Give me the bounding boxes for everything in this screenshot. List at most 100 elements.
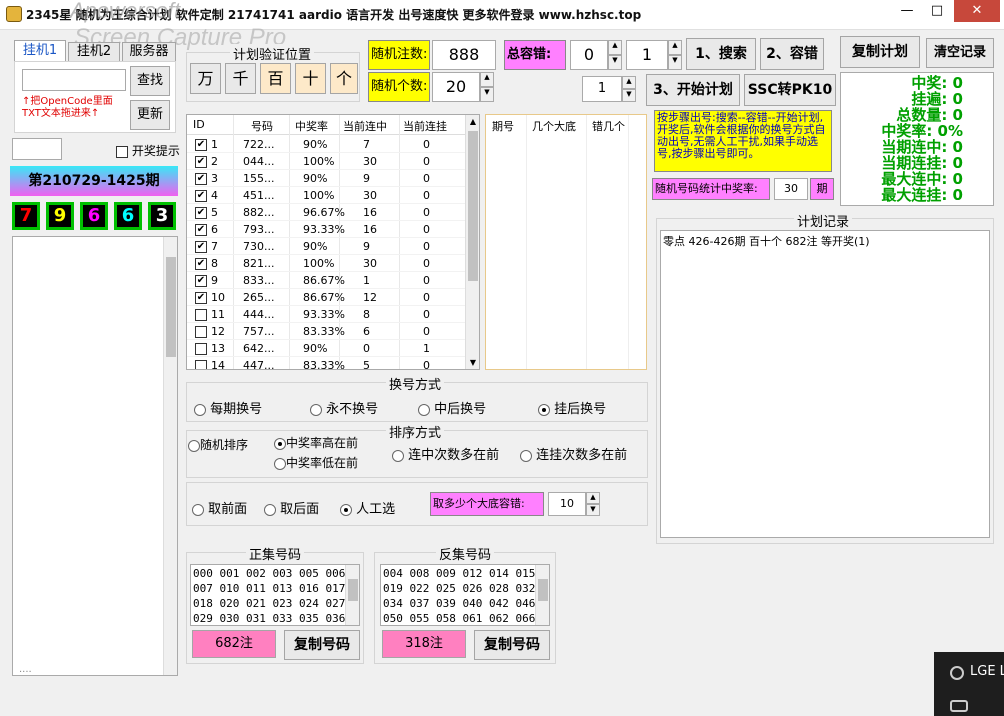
notify-check-box[interactable] — [116, 145, 128, 158]
plan-table[interactable]: ID 号码 中奖率 当前连中 当前连挂 ✔ 1 722... 90% 7 0 ✔ 2 044..… — [186, 114, 480, 370]
take-back[interactable]: 取后面 — [264, 498, 319, 517]
position-wan[interactable]: 万 — [190, 63, 221, 94]
tolerance-from-down[interactable]: ▼ — [608, 55, 622, 70]
take-manual[interactable]: 人工选 — [340, 498, 395, 517]
checkbox-icon[interactable]: ✔ — [195, 292, 207, 304]
sort-rate-low[interactable]: 中奖率低在前 — [274, 454, 358, 471]
position-bai[interactable]: 百 — [260, 63, 291, 94]
close-button[interactable]: ✕ — [954, 0, 1000, 22]
change-option-after-lose[interactable]: 挂后换号 — [538, 398, 606, 417]
checkbox-icon[interactable] — [195, 360, 207, 369]
row-checkbox[interactable]: ✔ — [195, 274, 207, 287]
checkbox-icon[interactable]: ✔ — [195, 139, 207, 151]
table-row[interactable]: 12 757... 83.33% 6 0 — [187, 323, 465, 340]
sort-lose-streak[interactable]: 连挂次数多在前 — [520, 444, 627, 463]
table-row[interactable]: ✔ 2 044... 100% 30 0 — [187, 153, 465, 170]
copy-negative-button[interactable]: 复制号码 — [474, 630, 550, 660]
scroll-thumb[interactable] — [538, 579, 548, 601]
table-row[interactable]: ✔ 7 730... 90% 9 0 — [187, 238, 465, 255]
change-option-after-win[interactable]: 中后换号 — [418, 398, 486, 417]
table-row[interactable]: 13 642... 90% 0 1 — [187, 340, 465, 357]
copy-positive-button[interactable]: 复制号码 — [284, 630, 360, 660]
search-input[interactable] — [22, 69, 126, 91]
row-checkbox[interactable]: ✔ — [195, 206, 207, 219]
table-row[interactable]: ✔ 5 882... 96.67% 16 0 — [187, 204, 465, 221]
scroll-thumb[interactable] — [166, 257, 176, 357]
checkbox-icon[interactable]: ✔ — [195, 241, 207, 253]
scroll-up-icon[interactable]: ▲ — [466, 117, 479, 126]
radio-icon[interactable] — [340, 503, 352, 516]
row-checkbox[interactable]: ✔ — [195, 155, 207, 168]
position-qian[interactable]: 千 — [225, 63, 256, 94]
plan-small-up[interactable]: ▲ — [622, 76, 636, 89]
table-row[interactable]: ✔ 9 833... 86.67% 1 0 — [187, 272, 465, 289]
checkbox-icon[interactable] — [195, 309, 207, 321]
start-plan-button[interactable]: 3、开始计划 — [646, 74, 740, 106]
sort-random[interactable]: 随机排序 — [188, 436, 248, 453]
radio-icon[interactable] — [520, 449, 532, 462]
row-checkbox[interactable]: ✔ — [195, 172, 207, 185]
radio-icon[interactable] — [274, 437, 286, 450]
radio-icon[interactable] — [392, 449, 404, 462]
table-row[interactable]: ✔ 3 155... 90% 9 0 — [187, 170, 465, 187]
position-shi[interactable]: 十 — [295, 63, 326, 94]
radio-icon[interactable] — [194, 403, 206, 416]
checkbox-icon[interactable]: ✔ — [195, 258, 207, 270]
table-row[interactable]: ✔ 6 793... 93.33% 16 0 — [187, 221, 465, 238]
checkbox-icon[interactable]: ✔ — [195, 275, 207, 287]
scroll-thumb[interactable] — [348, 579, 358, 601]
table-scrollbar[interactable]: ▲ ▼ — [465, 115, 479, 369]
plan-small-input[interactable]: 1 — [582, 76, 622, 102]
tolerance-button[interactable]: 2、容错 — [760, 38, 824, 70]
maximize-button[interactable]: □ — [922, 0, 952, 22]
history-list[interactable]: .... — [12, 236, 178, 676]
radio-icon[interactable] — [538, 403, 550, 416]
row-checkbox[interactable] — [195, 308, 207, 321]
radio-icon[interactable] — [310, 403, 322, 416]
ssc-pk10-button[interactable]: SSC转PK10 — [744, 74, 836, 106]
random-num-down[interactable]: ▼ — [480, 87, 494, 102]
row-checkbox[interactable] — [195, 342, 207, 355]
take-tolerance-input[interactable]: 10 — [548, 492, 586, 516]
scroll-down-icon[interactable]: ▼ — [466, 358, 479, 367]
rate-stat-input[interactable]: 30 — [774, 178, 808, 200]
table-row[interactable]: ✔ 4 451... 100% 30 0 — [187, 187, 465, 204]
checkbox-icon[interactable]: ✔ — [195, 207, 207, 219]
history-scrollbar[interactable] — [163, 237, 177, 675]
checkbox-icon[interactable]: ✔ — [195, 190, 207, 202]
tolerance-to-down[interactable]: ▼ — [668, 55, 682, 70]
change-option-never[interactable]: 永不换号 — [310, 398, 378, 417]
random-num-input[interactable]: 20 — [432, 72, 480, 102]
tolerance-to-up[interactable]: ▲ — [668, 40, 682, 55]
take-down[interactable]: ▼ — [586, 504, 600, 516]
row-checkbox[interactable]: ✔ — [195, 240, 207, 253]
table-row[interactable]: ✔ 8 821... 100% 30 0 — [187, 255, 465, 272]
positive-scrollbar[interactable] — [345, 565, 359, 625]
radio-icon[interactable] — [264, 503, 276, 516]
negative-numbers[interactable]: 004 008 009 012 014 015 019 022 025 026 … — [380, 564, 550, 626]
small-input[interactable] — [12, 138, 62, 160]
positive-numbers[interactable]: 000 001 002 003 005 006 007 010 011 013 … — [190, 564, 360, 626]
minimize-button[interactable]: — — [892, 0, 922, 22]
period-table[interactable]: 期号 几个大底 错几个 — [485, 114, 647, 370]
plan-small-down[interactable]: ▼ — [622, 89, 636, 102]
tolerance-from-up[interactable]: ▲ — [608, 40, 622, 55]
row-checkbox[interactable]: ✔ — [195, 257, 207, 270]
lottery-notify-checkbox[interactable]: 开奖提示 — [116, 142, 180, 159]
update-button[interactable]: 更新 — [130, 100, 170, 130]
tab-server[interactable]: 服务器 — [122, 42, 176, 62]
record-text[interactable]: 零点 426-426期 百十个 682注 等开奖(1) — [660, 230, 990, 538]
search-plan-button[interactable]: 1、搜索 — [686, 38, 756, 70]
take-front[interactable]: 取前面 — [192, 498, 247, 517]
radio-icon[interactable] — [188, 439, 200, 452]
row-checkbox[interactable]: ✔ — [195, 223, 207, 236]
table-row[interactable]: ✔ 10 265... 86.67% 12 0 — [187, 289, 465, 306]
checkbox-icon[interactable]: ✔ — [195, 156, 207, 168]
row-checkbox[interactable]: ✔ — [195, 189, 207, 202]
radio-icon[interactable] — [192, 503, 204, 516]
row-checkbox[interactable] — [195, 325, 207, 338]
checkbox-icon[interactable] — [195, 343, 207, 355]
row-checkbox[interactable]: ✔ — [195, 291, 207, 304]
negative-scrollbar[interactable] — [535, 565, 549, 625]
row-checkbox[interactable]: ✔ — [195, 138, 207, 151]
